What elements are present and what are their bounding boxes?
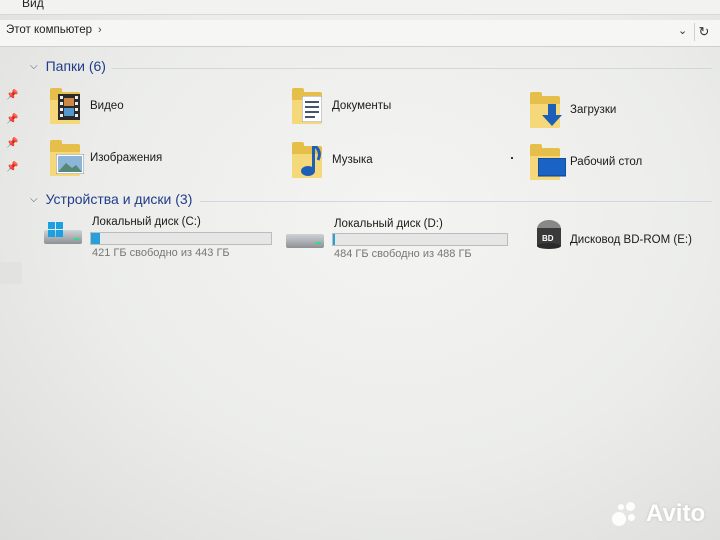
section-divider (200, 201, 712, 202)
drive-c[interactable]: Локальный диск (C:) 421 ГБ свободно из 4… (44, 214, 274, 262)
pictures-folder-icon (48, 140, 84, 176)
devices-section-title: Устройства и диски (3) (45, 191, 193, 207)
breadcrumb: Этот компьютер › (6, 24, 102, 36)
drive-free-space: 484 ГБ свободно из 488 ГБ (334, 248, 472, 260)
avito-text: Avito (646, 500, 706, 527)
drive-usage-fill (333, 234, 335, 245)
documents-folder-icon (290, 88, 324, 124)
devices-section-header[interactable]: ⌵ Устройства и диски (3) (30, 191, 192, 207)
menu-view[interactable]: Вид (22, 0, 44, 10)
bd-badge: BD (542, 234, 554, 243)
desktop-folder-icon (528, 144, 566, 180)
drive-free-space: 421 ГБ свободно из 443 ГБ (92, 247, 230, 259)
chevron-down-icon[interactable]: ⌵ (30, 194, 38, 205)
pin-icon[interactable]: 📌 (6, 114, 18, 125)
folder-label: Рабочий стол (570, 156, 643, 168)
pin-icon[interactable]: 📌 (6, 162, 18, 173)
folder-label: Документы (332, 100, 392, 112)
drive-e[interactable]: BD Дисковод BD-ROM (E:) (536, 220, 706, 260)
folder-label: Видео (90, 100, 124, 112)
refresh-icon[interactable]: ↻ (694, 23, 713, 41)
drive-label: Дисковод BD-ROM (E:) (570, 234, 692, 246)
address-bar[interactable]: Этот компьютер › ⌄ ↻ (0, 20, 720, 47)
downloads-folder-icon (528, 92, 562, 128)
video-folder-icon (48, 88, 82, 124)
drive-usage-bar (332, 233, 508, 246)
drive-label: Локальный диск (C:) (92, 216, 201, 228)
music-folder-icon (290, 142, 324, 178)
folder-label: Изображения (90, 152, 163, 164)
drive-d[interactable]: Локальный диск (D:) 484 ГБ свободно из 4… (286, 216, 512, 264)
avito-watermark: Avito (612, 500, 705, 528)
folder-item-documents[interactable]: Документы (290, 88, 391, 124)
folders-section-title: Папки (6) (45, 58, 106, 74)
folder-item-video[interactable]: Видео (48, 88, 124, 124)
navigation-pane-edge[interactable] (0, 262, 22, 284)
chevron-down-icon[interactable]: ⌵ (30, 61, 38, 72)
folder-label: Загрузки (570, 104, 617, 116)
hard-drive-icon (286, 228, 326, 250)
address-dropdown-icon[interactable]: ⌄ (678, 24, 687, 37)
breadcrumb-this-pc[interactable]: Этот компьютер (6, 24, 92, 36)
quick-access-pins: 📌 📌 📌 📌 (0, 80, 22, 190)
pin-icon[interactable]: 📌 (6, 90, 18, 101)
stray-dot (511, 157, 513, 159)
section-divider (112, 68, 712, 69)
folder-label: Музыка (332, 154, 373, 166)
folder-item-pictures[interactable]: Изображения (48, 140, 162, 176)
chevron-right-icon[interactable]: › (98, 24, 102, 36)
menu-bar: Вид (0, 0, 720, 15)
pin-icon[interactable]: 📌 (6, 138, 18, 149)
folder-item-desktop[interactable]: Рабочий стол (528, 144, 642, 180)
drive-usage-bar (90, 232, 272, 245)
bd-rom-icon: BD (536, 220, 562, 250)
avito-logo-icon (612, 500, 640, 528)
drive-usage-fill (91, 233, 100, 244)
folder-item-music[interactable]: Музыка (290, 142, 373, 178)
folders-section-header[interactable]: ⌵ Папки (6) (30, 58, 106, 74)
drive-label: Локальный диск (D:) (334, 218, 443, 230)
windows-drive-icon (44, 222, 84, 246)
folder-item-downloads[interactable]: Загрузки (528, 92, 616, 128)
